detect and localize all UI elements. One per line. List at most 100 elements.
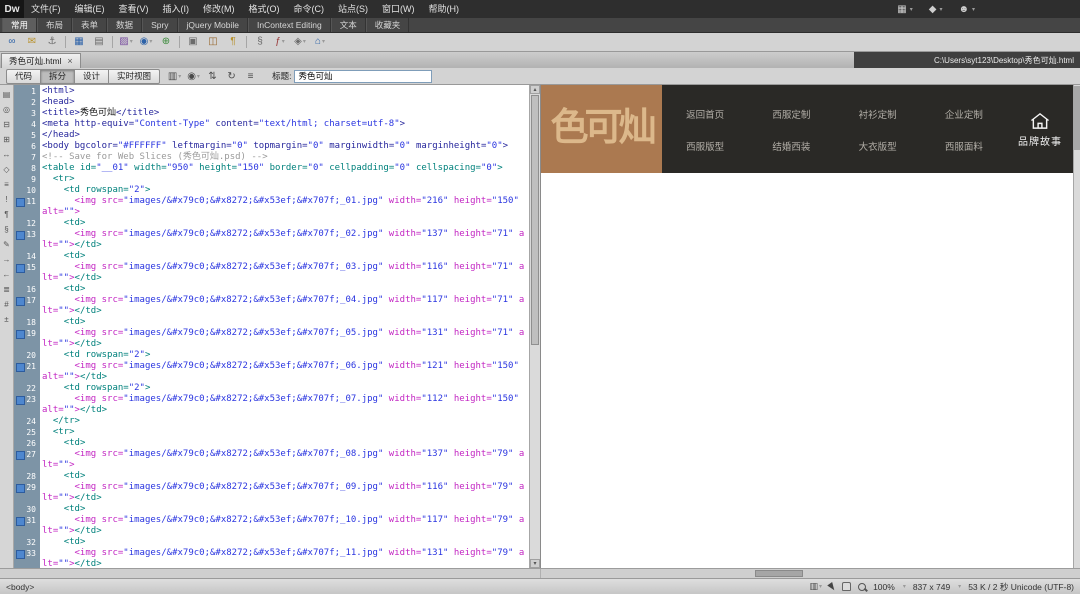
code-line[interactable]: 10 <td rowspan="2"> [14,185,529,196]
insert-tab[interactable]: jQuery Mobile [178,18,248,32]
code-line[interactable]: 32 <td> [14,537,529,548]
collapse-full-tag-icon[interactable]: ⊟ [1,118,13,131]
code-line[interactable]: 31 <img src="images/&#x79c0;&#x8272;&#x5… [14,515,529,537]
code-hscroll-area[interactable] [0,569,541,578]
remove-comment-icon[interactable]: § [1,223,13,236]
wrap-tag-icon[interactable]: ↔ [1,148,13,161]
zoom-level[interactable]: 100% [873,582,895,592]
image-icon[interactable]: ▨▾ [119,35,133,49]
code-line[interactable]: 30 <td> [14,504,529,515]
code-line[interactable]: 17 <img src="images/&#x79c0;&#x8272;&#x5… [14,295,529,317]
preview-browser-icon[interactable]: ◉▾ [186,69,201,83]
design-nav-link[interactable]: 结婚西装 [748,139,834,153]
indent-code-icon[interactable]: → [1,253,13,266]
code-line[interactable]: 2<head> [14,97,529,108]
multiscreen-preview-icon[interactable]: ▥▾ [810,581,823,592]
design-scrollbar[interactable] [1073,85,1080,568]
menu-item[interactable]: 查看(V) [112,0,156,18]
select-parent-tag-icon[interactable]: ◇ [1,163,13,176]
code-line[interactable]: 7<!-- Save for Web Slices (秀色可灿.psd) --> [14,152,529,163]
line-numbers-icon[interactable]: ± [1,313,13,326]
view-options-icon[interactable]: ≡ [243,69,258,83]
view-button[interactable]: 设计 [74,69,109,84]
window-size[interactable]: 837 x 749 [913,582,950,592]
apply-comment-icon[interactable]: ¶ [1,208,13,221]
script-icon[interactable]: ƒ▾ [273,35,287,49]
menu-item[interactable]: 修改(M) [196,0,242,18]
refresh-icon[interactable]: ↻ [224,69,239,83]
design-hscrollbar-thumb[interactable] [755,570,803,577]
code-line[interactable]: 33 <img src="images/&#x79c0;&#x8272;&#x5… [14,548,529,568]
code-line[interactable]: 9 <tr> [14,174,529,185]
code-line[interactable]: 25 <tr> [14,427,529,438]
site-brand[interactable]: 品牌故事 [1007,85,1073,173]
design-hscrollbar[interactable] [541,569,1080,578]
extensions-icon[interactable]: ◆▾ [929,4,943,15]
insert-tab[interactable]: InContext Editing [248,18,331,32]
code-line[interactable]: 18 <td> [14,317,529,328]
code-line[interactable]: 20 <td rowspan="2"> [14,350,529,361]
workspace-user-icon[interactable]: ☻▾ [958,4,975,15]
edit-code-icon[interactable]: ✎ [1,238,13,251]
code-line[interactable]: 8<table id="__01" width="950" height="15… [14,163,529,174]
email-link-icon[interactable]: ✉ [25,35,39,49]
code-line[interactable]: 26 <td> [14,438,529,449]
design-scrollbar-thumb[interactable] [1074,86,1080,150]
design-nav-link[interactable]: 西服定制 [748,107,834,121]
tag-selector[interactable]: <body> [6,582,34,592]
code-navigator-icon[interactable]: ◎ [1,103,13,116]
open-documents-icon[interactable]: ▤ [1,88,13,101]
design-nav-link[interactable]: 衬衫定制 [835,107,921,121]
insert-div-icon[interactable]: ▤ [92,35,106,49]
code-scrollbar[interactable]: ▴ ▾ [529,85,540,568]
pointer-tool-icon[interactable] [827,582,837,592]
layout-switcher-icon[interactable]: ▦▾ [897,4,912,15]
code-line[interactable]: 28 <td> [14,471,529,482]
date-icon[interactable]: ▣ [186,35,200,49]
scroll-down-icon[interactable]: ▾ [530,559,540,568]
file-management-icon[interactable]: ⇅ [205,69,220,83]
tag-chooser-icon[interactable]: ⌂▾ [313,35,327,49]
app-logo[interactable]: Dw [0,0,24,18]
menu-item[interactable]: 命令(C) [287,0,332,18]
menu-item[interactable]: 文件(F) [24,0,68,18]
document-tab[interactable]: 秀色可灿.html × [1,53,81,68]
insert-tab[interactable]: 收藏夹 [366,18,410,32]
zoom-tool-icon[interactable] [858,583,866,591]
code-line[interactable]: 3<title>秀色可灿</title> [14,108,529,119]
view-button[interactable]: 拆分 [40,69,75,84]
multiscreen-icon[interactable]: ▥▾ [167,69,182,83]
menu-item[interactable]: 编辑(E) [68,0,112,18]
code-line[interactable]: 21 <img src="images/&#x79c0;&#x8272;&#x5… [14,361,529,383]
scroll-up-icon[interactable]: ▴ [530,85,540,94]
template-icon[interactable]: ◈▾ [293,35,307,49]
code-line[interactable]: 27 <img src="images/&#x79c0;&#x8272;&#x5… [14,449,529,471]
insert-tab[interactable]: Spry [142,18,177,32]
media-icon[interactable]: ◉▾ [139,35,153,49]
format-source-code-icon[interactable]: ≣ [1,283,13,296]
code-line[interactable]: 22 <td rowspan="2"> [14,383,529,394]
insert-tab[interactable]: 表单 [72,18,107,32]
insert-tab[interactable]: 文本 [331,18,366,32]
hyperlink-icon[interactable]: ∞ [5,35,19,49]
widget-icon[interactable]: ⊕ [159,35,173,49]
insert-tab[interactable]: 常用 [2,18,37,32]
menu-item[interactable]: 站点(S) [331,0,375,18]
design-view[interactable]: 色可灿 返回首页西服定制衬衫定制企业定制 西服版型结婚西装大衣版型西服面料 品牌… [540,85,1073,568]
comment-icon[interactable]: ¶ [226,35,240,49]
view-button[interactable]: 实时视图 [108,69,160,84]
menu-item[interactable]: 插入(I) [156,0,197,18]
title-input[interactable] [294,70,432,83]
menu-item[interactable]: 窗口(W) [375,0,422,18]
code-line[interactable]: 5</head> [14,130,529,141]
code-line[interactable]: 24 </tr> [14,416,529,427]
outdent-code-icon[interactable]: ← [1,268,13,281]
balance-braces-icon[interactable]: ≡ [1,178,13,191]
code-line[interactable]: 23 <img src="images/&#x79c0;&#x8272;&#x5… [14,394,529,416]
code-line[interactable]: 13 <img src="images/&#x79c0;&#x8272;&#x5… [14,229,529,251]
code-line[interactable]: 12 <td> [14,218,529,229]
named-anchor-icon[interactable]: ⚓ [45,35,59,49]
site-logo[interactable]: 色可灿 [541,85,662,173]
insert-tab[interactable]: 数据 [107,18,142,32]
view-button[interactable]: 代码 [6,69,41,84]
